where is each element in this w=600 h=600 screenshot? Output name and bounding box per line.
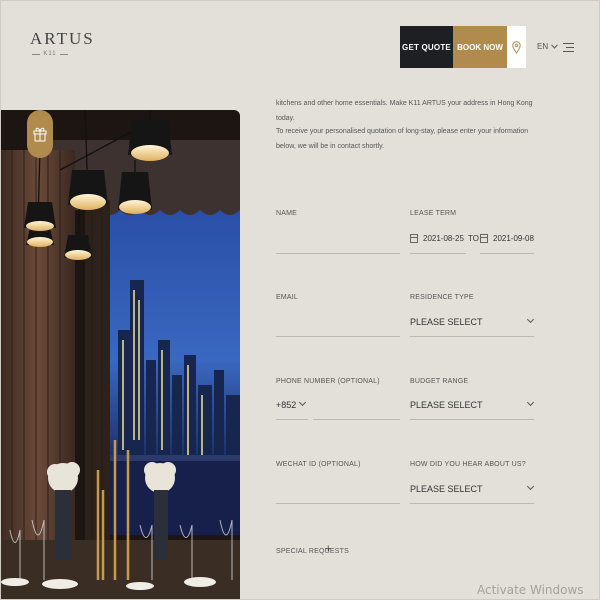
- plus-icon[interactable]: +: [325, 543, 331, 555]
- residence-type-select[interactable]: PLEASE SELECT: [410, 317, 483, 327]
- hear-about-label: HOW DID YOU HEAR ABOUT US?: [410, 461, 526, 468]
- lease-to-word: TO: [468, 234, 479, 243]
- lease-term-label: LEASE TERM: [410, 210, 457, 217]
- get-quote-button[interactable]: GET QUOTE: [400, 26, 453, 68]
- calendar-icon: [410, 234, 418, 243]
- gift-icon: [33, 127, 47, 142]
- lease-from-value: 2021-08-25: [423, 234, 464, 243]
- activate-windows-watermark: Activate Windows: [477, 583, 584, 597]
- name-label: NAME: [276, 210, 298, 217]
- chevron-down-icon: [551, 44, 558, 49]
- brand-sub: K11: [30, 51, 70, 57]
- brand-name: ARTUS: [30, 29, 95, 48]
- language-selector[interactable]: EN: [537, 42, 558, 51]
- restaurant-photo: [0, 110, 240, 600]
- lease-to-field[interactable]: 2021-09-08: [480, 234, 534, 243]
- residence-type-label: RESIDENCE TYPE: [410, 294, 474, 301]
- intro-text-2: To receive your personalised quotation o…: [276, 128, 529, 150]
- offer-badge[interactable]: [27, 110, 53, 158]
- email-input[interactable]: [276, 336, 400, 337]
- phone-label: PHONE NUMBER (OPTIONAL): [276, 378, 380, 385]
- language-label: EN: [537, 42, 549, 51]
- wechat-label: WECHAT ID (OPTIONAL): [276, 461, 361, 468]
- lease-to-value: 2021-09-08: [493, 234, 534, 243]
- wechat-input[interactable]: [276, 503, 400, 504]
- lease-to-underline: [480, 253, 534, 254]
- email-label: EMAIL: [276, 294, 299, 301]
- lease-from-field[interactable]: 2021-08-25: [410, 234, 464, 243]
- phone-code-underline: [276, 419, 308, 420]
- chevron-down-icon: [526, 315, 535, 324]
- menu-icon[interactable]: [563, 42, 574, 52]
- book-now-button[interactable]: BOOK NOW: [453, 26, 507, 68]
- phone-code-select[interactable]: +852: [276, 400, 296, 410]
- chevron-down-icon: [526, 398, 535, 407]
- lease-from-underline: [410, 253, 466, 254]
- calendar-icon: [480, 234, 488, 243]
- budget-label: BUDGET RANGE: [410, 378, 469, 385]
- budget-select[interactable]: PLEASE SELECT: [410, 400, 483, 410]
- brand-logo[interactable]: ARTUS K11: [30, 29, 95, 58]
- chevron-down-icon: [298, 398, 307, 407]
- hear-about-underline: [410, 503, 534, 504]
- phone-number-input[interactable]: [313, 419, 400, 420]
- hear-about-select[interactable]: PLEASE SELECT: [410, 484, 483, 494]
- name-input[interactable]: [276, 253, 400, 254]
- chevron-down-icon: [526, 482, 535, 491]
- map-pin-icon: [512, 40, 521, 54]
- special-requests-label[interactable]: SPECIAL REQUESTS: [276, 548, 349, 555]
- intro-text-1: kitchens and other home essentials. Make…: [276, 100, 533, 122]
- residence-underline: [410, 336, 534, 337]
- budget-underline: [410, 419, 534, 420]
- location-button[interactable]: [507, 26, 526, 68]
